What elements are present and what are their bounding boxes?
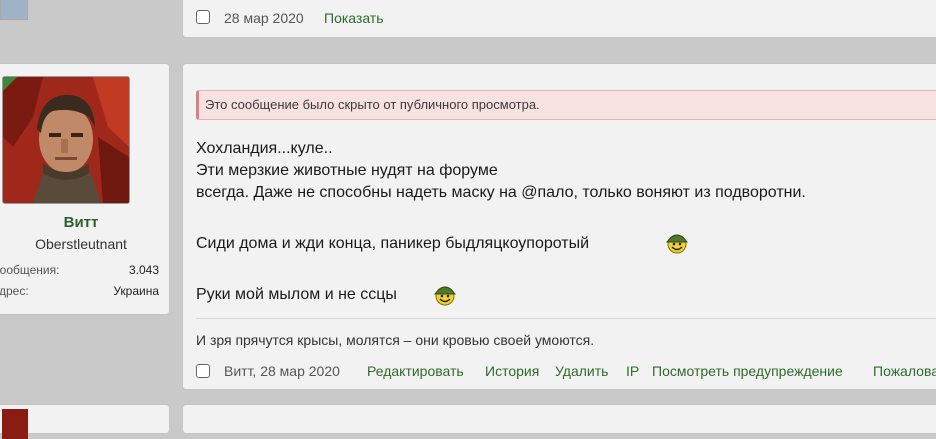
delete-link[interactable]: Удалить <box>555 363 608 379</box>
stat-value: Украина <box>113 284 159 298</box>
stat-value[interactable]: 3.043 <box>129 263 159 277</box>
post-text-line: всегда. Даже не способны надеть маску на… <box>196 184 806 201</box>
hidden-notice: Это сообщение было скрыто от публичного … <box>196 90 936 120</box>
report-link[interactable]: Пожаловаться <box>873 363 936 379</box>
user-title: Oberstleutnant <box>35 236 127 252</box>
previous-post-footer: 28 мар 2020 Показать <box>182 0 936 38</box>
history-link[interactable]: История <box>485 363 539 379</box>
post-text-line: Хохландия...куле.. <box>196 140 333 157</box>
next-post <box>182 404 936 434</box>
previous-user-avatar[interactable] <box>0 0 28 20</box>
soldier-smiley-icon <box>434 286 456 306</box>
user-card: Витт Oberstleutnant Сообщения: 3.043 Адр… <box>0 63 170 315</box>
signature-divider <box>196 318 936 319</box>
view-warning-link[interactable]: Посмотреть предупреждение <box>652 363 843 379</box>
post-text-line: Эти мерзкие животные нудят на форуме <box>196 162 498 179</box>
avatar-image <box>3 77 129 203</box>
next-user-card <box>0 404 170 439</box>
edit-link[interactable]: Редактировать <box>367 363 464 379</box>
next-user-avatar[interactable] <box>2 409 28 439</box>
select-post-checkbox[interactable] <box>196 10 210 24</box>
post-text-line: Сиди дома и жди конца, паникер быдляцкоу… <box>196 235 590 252</box>
show-link[interactable]: Показать <box>324 10 384 26</box>
select-post-checkbox[interactable] <box>196 364 210 378</box>
stat-label: Адрес: <box>0 284 29 298</box>
signature: И зря прячутся крысы, молятся – они кров… <box>196 332 595 348</box>
username[interactable]: Витт <box>0 214 171 231</box>
avatar[interactable] <box>2 76 130 204</box>
ip-link[interactable]: IP <box>626 363 639 379</box>
post: Это сообщение было скрыто от публичного … <box>182 63 936 390</box>
post-author-date[interactable]: Витт, 28 мар 2020 <box>224 363 340 379</box>
online-indicator <box>3 77 17 91</box>
stat-label: Сообщения: <box>0 263 60 277</box>
post-date: 28 мар 2020 <box>224 10 304 26</box>
soldier-smiley-icon <box>666 234 688 254</box>
post-text-line: Руки мой мылом и не ссцы <box>196 286 397 303</box>
